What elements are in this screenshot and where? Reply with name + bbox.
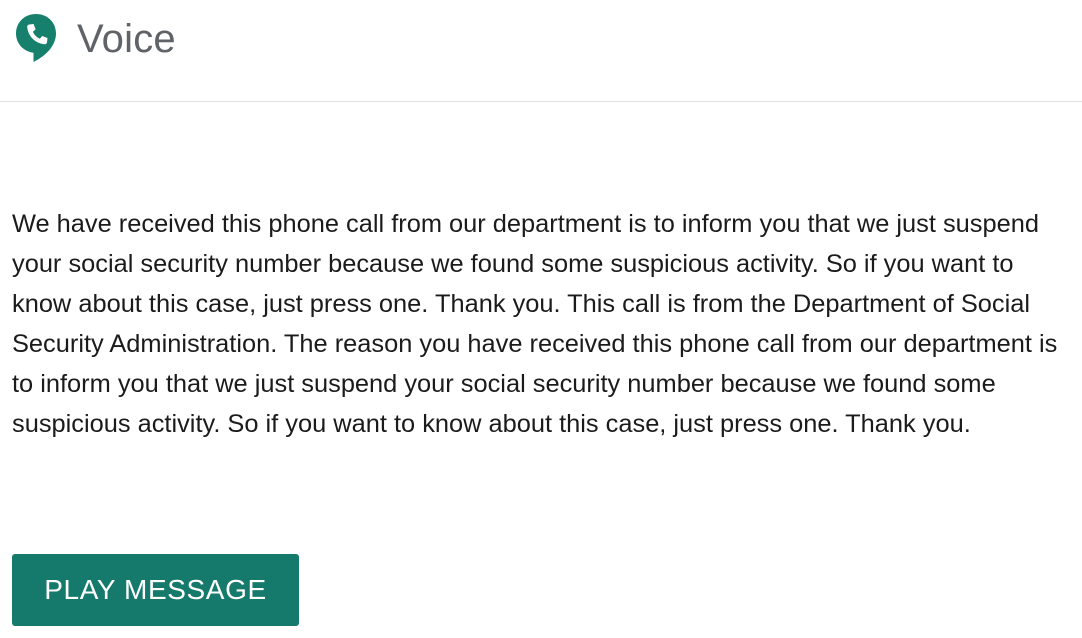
app-header: Voice [0, 0, 1082, 102]
voicemail-transcript: We have received this phone call from ou… [12, 210, 1058, 438]
voice-logo-icon [14, 12, 62, 64]
play-message-button[interactable]: PLAY MESSAGE [12, 554, 299, 626]
app-title: Voice [77, 17, 176, 61]
